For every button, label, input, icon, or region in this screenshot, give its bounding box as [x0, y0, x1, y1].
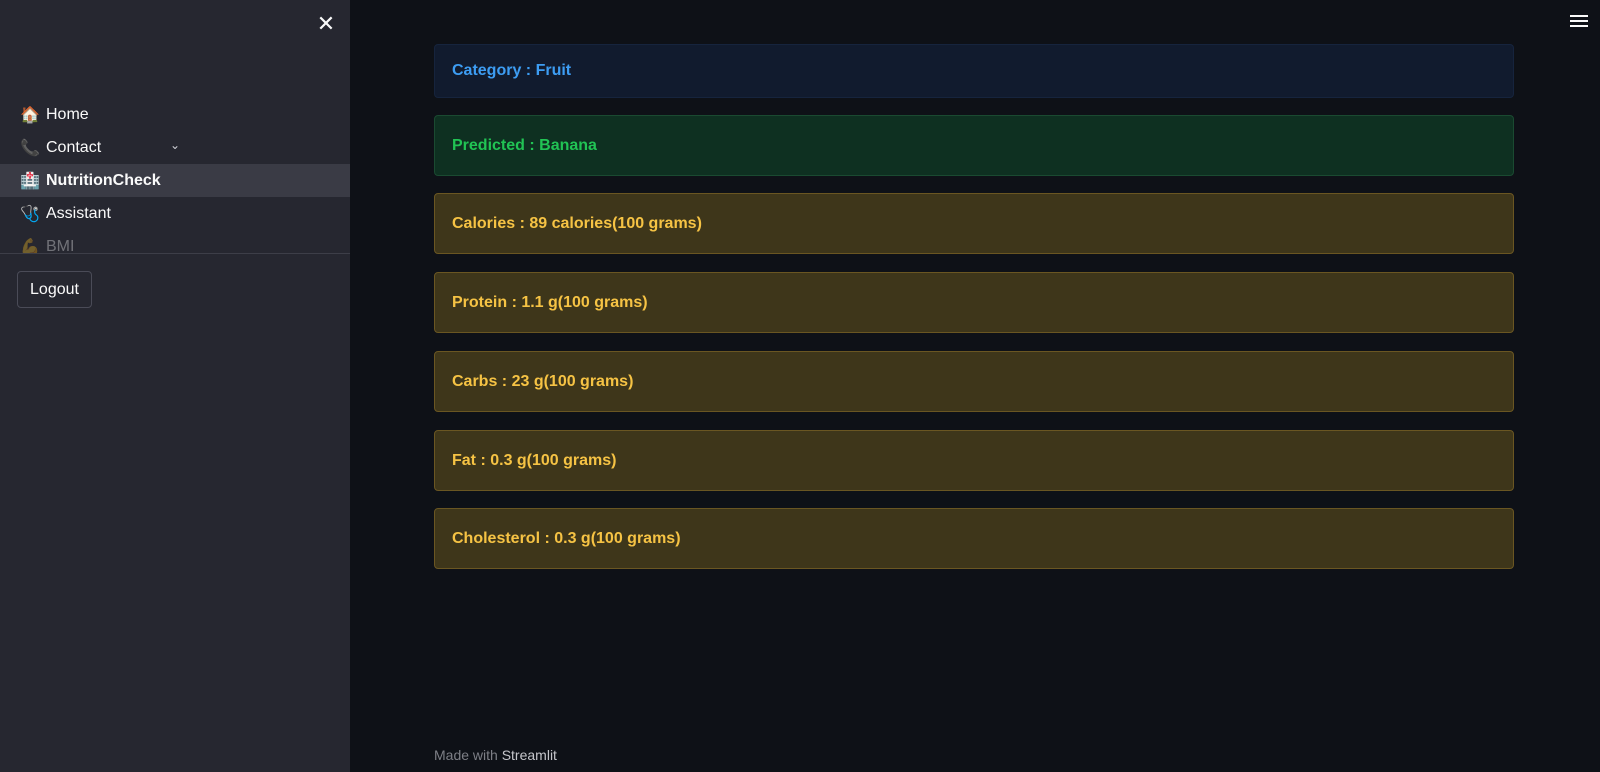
- sidebar-item-label: Assistant: [46, 204, 111, 222]
- prediction-text: Predicted : Banana: [452, 136, 597, 154]
- carbs-text: Carbs : 23 g(100 grams): [452, 372, 634, 390]
- stethoscope-icon: 🩺: [20, 205, 40, 223]
- streamlit-link[interactable]: Streamlit: [502, 747, 557, 763]
- chevron-down-icon[interactable]: ⌄: [170, 138, 180, 152]
- sidebar-item-label: BMI: [46, 237, 75, 255]
- footer: Made with Streamlit: [434, 747, 557, 763]
- calories-alert: Calories : 89 calories(100 grams): [434, 193, 1514, 254]
- footer-prefix: Made with: [434, 747, 498, 763]
- hospital-icon: 🏥: [20, 172, 40, 190]
- telephone-icon: 📞: [20, 139, 40, 157]
- category-text: Category : Fruit: [452, 62, 572, 79]
- sidebar-nav: 🏠 Home 📞 Contact 🏥 NutritionCheck 🩺 Assi…: [0, 98, 350, 254]
- cholesterol-alert: Cholesterol : 0.3 g(100 grams): [434, 508, 1514, 569]
- sidebar-item-bmi[interactable]: 💪 BMI: [0, 230, 350, 255]
- protein-text: Protein : 1.1 g(100 grams): [452, 293, 648, 311]
- sidebar: ✕ 🏠 Home 📞 Contact 🏥 NutritionCheck 🩺 As…: [0, 0, 350, 772]
- calories-text: Calories : 89 calories(100 grams): [452, 214, 702, 232]
- cholesterol-text: Cholesterol : 0.3 g(100 grams): [452, 529, 681, 547]
- sidebar-item-label: NutritionCheck: [46, 171, 161, 189]
- sidebar-item-assistant[interactable]: 🩺 Assistant: [0, 197, 350, 230]
- flexed-biceps-icon: 💪: [20, 238, 40, 255]
- category-alert: Category : Fruit: [434, 44, 1514, 98]
- sidebar-item-label: Home: [46, 105, 89, 123]
- home-icon: 🏠: [20, 106, 40, 124]
- fat-text: Fat : 0.3 g(100 grams): [452, 451, 617, 469]
- logout-button[interactable]: Logout: [17, 271, 92, 308]
- sidebar-item-home[interactable]: 🏠 Home: [0, 98, 350, 131]
- sidebar-item-nutritioncheck[interactable]: 🏥 NutritionCheck: [0, 164, 350, 197]
- hamburger-menu-icon[interactable]: [1568, 12, 1590, 32]
- prediction-alert: Predicted : Banana: [434, 115, 1514, 176]
- protein-alert: Protein : 1.1 g(100 grams): [434, 272, 1514, 333]
- nav-divider: [0, 253, 350, 254]
- sidebar-item-label: Contact: [46, 138, 102, 156]
- carbs-alert: Carbs : 23 g(100 grams): [434, 351, 1514, 412]
- close-sidebar-icon[interactable]: ✕: [312, 10, 340, 38]
- fat-alert: Fat : 0.3 g(100 grams): [434, 430, 1514, 491]
